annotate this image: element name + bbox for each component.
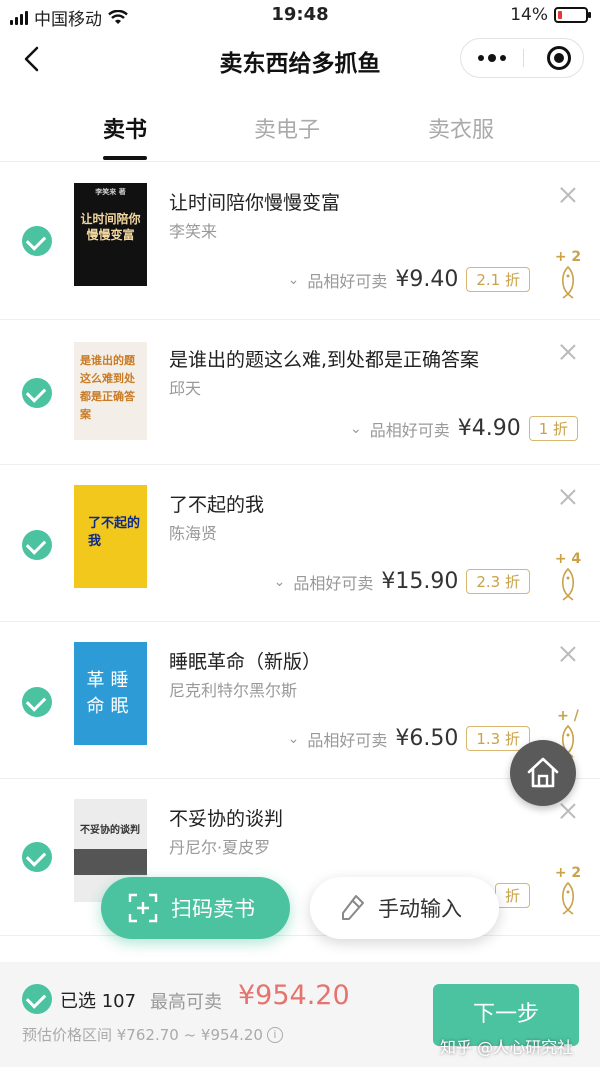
fish-icon [561,881,575,915]
watermark: 知乎 @人心研究社 [440,1038,574,1057]
tab-sell-clothes[interactable]: 卖衣服 [428,112,494,144]
category-tabs: 卖书 卖电子 卖衣服 [0,100,600,162]
chevron-down-icon: ⌄ [287,730,300,747]
selected-check-icon[interactable] [22,530,52,560]
book-price: ¥4.90 [457,416,521,441]
remove-icon[interactable] [560,489,576,505]
selected-count: 已选 107 [60,991,137,1012]
book-author: 李笑来 [169,222,218,241]
book-author: 邱天 [169,379,202,398]
discount-badge: 1 折 [528,416,578,441]
manual-input-label: 手动输入 [378,897,462,921]
remove-icon[interactable] [560,344,576,360]
discount-badge: 2.1 折 [466,267,530,292]
scan-icon [128,893,158,923]
max-sell-total: ¥954.20 [238,980,350,1011]
discount-badge: 2.3 折 [466,569,530,594]
remove-icon[interactable] [560,646,576,662]
selected-check-icon[interactable] [22,687,52,717]
price-row[interactable]: ⌄ 品相好可卖 ¥4.90 1 折 [350,416,578,441]
chevron-down-icon: ⌄ [273,573,286,590]
book-cover: 是谁出的题这么难到处都是正确答案 [74,342,147,440]
manual-input-button[interactable]: 手动输入 [310,877,499,939]
select-all-check-icon[interactable] [22,984,52,1014]
status-bar: 中国移动 19:48 14% [0,0,600,30]
remove-icon[interactable] [560,187,576,203]
chevron-down-icon: ⌄ [287,271,300,288]
bottom-summary-bar: 已选 107 最高可卖 ¥954.20 预估价格区间 ¥762.70 ~ ¥95… [0,962,600,1067]
book-item: 是谁出的题这么难到处都是正确答案 是谁出的题这么难,到处都是正确答案 邱天 ⌄ … [0,320,600,465]
book-cover: 革睡命眠 [74,642,147,745]
book-cover: 了不起的我 [74,485,147,588]
selected-check-icon[interactable] [22,378,52,408]
book-author: 丹尼尔·夏皮罗 [169,838,271,857]
nav-bar: 卖东西给多抓鱼 [0,30,600,88]
price-row[interactable]: ⌄ 品相好可卖 ¥6.50 1.3 折 [288,726,530,751]
book-cover: 李笑来 著 让时间陪你慢慢变富 [74,183,147,286]
book-item: 了不起的我 了不起的我 陈海贤 ⌄ 品相好可卖 ¥15.90 2.3 折 + 4 [0,465,600,622]
discount-badge: 折 [494,883,530,908]
condition-label: 品相好可卖 [307,730,388,750]
condition-label: 品相好可卖 [369,420,450,440]
book-item: 李笑来 著 让时间陪你慢慢变富 让时间陪你慢慢变富 李笑来 ⌄ 品相好可卖 ¥9… [0,163,600,320]
max-sell-label: 最高可卖 [150,992,222,1013]
book-title: 不妥协的谈判 [169,808,284,830]
condition-label: 品相好可卖 [307,271,388,291]
condition-label: 品相好可卖 [293,573,374,593]
book-author: 尼克利特尔黑尔斯 [169,681,298,700]
close-miniprogram-icon[interactable] [547,46,571,70]
book-price: ¥9.40 [395,267,459,292]
scan-sell-button[interactable]: 扫码卖书 [101,877,290,939]
scan-sell-label: 扫码卖书 [171,897,255,921]
book-price: ¥15.90 [381,569,459,594]
fish-bonus: + 2 [554,865,582,921]
price-range: 预估价格区间 ¥762.70 ~ ¥954.20 i [22,1024,283,1045]
selected-check-icon[interactable] [22,842,52,872]
mini-program-capsule [460,38,584,78]
tab-sell-books[interactable]: 卖书 [103,112,148,160]
eraser-pen-icon [342,895,364,920]
book-price: ¥6.50 [395,726,459,751]
fish-bonus: + 4 [554,551,582,607]
book-title: 是谁出的题这么难,到处都是正确答案 [169,349,480,371]
book-author: 陈海贤 [169,524,218,543]
fish-icon [561,265,575,299]
selected-check-icon[interactable] [22,226,52,256]
book-title: 了不起的我 [169,494,265,516]
price-row[interactable]: ⌄ 品相好可卖 ¥15.90 2.3 折 [274,569,530,594]
fish-icon [561,567,575,601]
battery-percent: 14% [510,5,548,25]
fish-bonus: + 2 [554,249,582,305]
book-title: 让时间陪你慢慢变富 [169,192,341,214]
book-title: 睡眠革命（新版） [169,651,322,673]
battery-icon [554,7,591,23]
home-button[interactable] [510,740,576,806]
price-row[interactable]: ⌄ 品相好可卖 ¥9.40 2.1 折 [288,267,530,292]
chevron-down-icon: ⌄ [349,420,362,437]
info-icon[interactable]: i [266,1026,283,1043]
home-icon [527,757,559,788]
tab-sell-electronics[interactable]: 卖电子 [254,112,320,144]
book-list: 李笑来 著 让时间陪你慢慢变富 让时间陪你慢慢变富 李笑来 ⌄ 品相好可卖 ¥9… [0,163,600,936]
more-menu-icon[interactable] [461,39,523,77]
